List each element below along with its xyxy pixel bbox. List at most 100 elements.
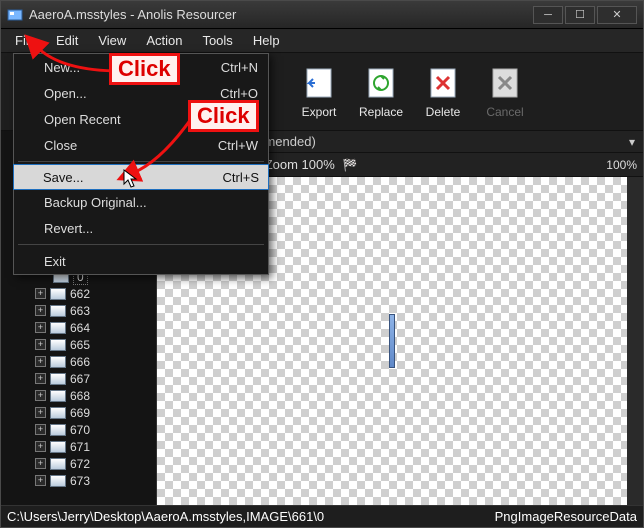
- titlebar: AaeroA.msstyles - Anolis Resourcer ─ ☐ ✕: [1, 1, 643, 29]
- toolbar-delete-button[interactable]: Delete: [413, 57, 473, 127]
- menu-label: Save...: [43, 170, 83, 185]
- menu-label: Exit: [44, 254, 66, 269]
- menu-label: Open Recent: [44, 112, 121, 127]
- file-menu-exit[interactable]: Exit: [14, 248, 268, 274]
- annotation-click-label: Click: [109, 53, 180, 85]
- expander-icon[interactable]: +: [35, 441, 46, 452]
- menu-shortcut: Ctrl+S: [223, 170, 259, 185]
- delete-icon: [425, 65, 461, 101]
- tree-label: 664: [70, 321, 90, 335]
- tree-node-668[interactable]: +668: [35, 387, 156, 404]
- menu-file[interactable]: File: [5, 30, 46, 51]
- tree-label: 668: [70, 389, 90, 403]
- toolbar-cancel-label: Cancel: [486, 105, 523, 119]
- toolbar-replace-label: Replace: [359, 105, 403, 119]
- expander-icon[interactable]: +: [35, 322, 46, 333]
- export-icon: [301, 65, 337, 101]
- status-path: C:\Users\Jerry\Desktop\AaeroA.msstyles,I…: [7, 509, 324, 524]
- tree-node-664[interactable]: +664: [35, 319, 156, 336]
- tree-node-671[interactable]: +671: [35, 438, 156, 455]
- tree-label: 673: [70, 474, 90, 488]
- tree-label: 667: [70, 372, 90, 386]
- expander-icon[interactable]: +: [35, 305, 46, 316]
- folder-icon: [50, 424, 66, 436]
- expander-icon[interactable]: +: [35, 458, 46, 469]
- file-menu-save[interactable]: Save... Ctrl+S: [13, 164, 269, 190]
- menu-label: Revert...: [44, 221, 93, 236]
- menu-tools[interactable]: Tools: [192, 30, 242, 51]
- resource-tree[interactable]: − 661 0 +662 +663 +664 +665 +666 +667 +6…: [1, 251, 156, 489]
- tree-node-672[interactable]: +672: [35, 455, 156, 472]
- tree-node-663[interactable]: +663: [35, 302, 156, 319]
- file-menu-dropdown: New...Ctrl+N Open...Ctrl+O Open Recent▸ …: [13, 53, 269, 275]
- folder-icon: [50, 356, 66, 368]
- folder-icon: [50, 288, 66, 300]
- toolbar-delete-label: Delete: [426, 105, 461, 119]
- folder-icon: [50, 339, 66, 351]
- menu-label: Close: [44, 138, 77, 153]
- image-preview: [389, 314, 395, 368]
- tree-label: 670: [70, 423, 90, 437]
- tree-label: 672: [70, 457, 90, 471]
- folder-icon: [50, 407, 66, 419]
- expander-icon[interactable]: +: [35, 373, 46, 384]
- menu-edit[interactable]: Edit: [46, 30, 88, 51]
- menu-action[interactable]: Action: [136, 30, 192, 51]
- cancel-icon: [487, 65, 523, 101]
- statusbar: C:\Users\Jerry\Desktop\AaeroA.msstyles,I…: [1, 505, 643, 527]
- menu-separator: [18, 244, 264, 245]
- expander-icon[interactable]: +: [35, 390, 46, 401]
- zoom-bg-button[interactable]: 🏁: [343, 158, 358, 172]
- menu-label: Open...: [44, 86, 87, 101]
- tree-node-673[interactable]: +673: [35, 472, 156, 489]
- tree-node-667[interactable]: +667: [35, 370, 156, 387]
- folder-icon: [50, 475, 66, 487]
- menu-help[interactable]: Help: [243, 30, 290, 51]
- tree-label: 669: [70, 406, 90, 420]
- minimize-button[interactable]: ─: [533, 6, 563, 24]
- window-buttons: ─ ☐ ✕: [533, 6, 637, 24]
- folder-icon: [50, 305, 66, 317]
- close-button[interactable]: ✕: [597, 6, 637, 24]
- menu-label: Backup Original...: [44, 195, 147, 210]
- tree-node-665[interactable]: +665: [35, 336, 156, 353]
- toolbar-export-label: Export: [302, 105, 337, 119]
- app-window: AaeroA.msstyles - Anolis Resourcer ─ ☐ ✕…: [0, 0, 644, 528]
- tree-label: 665: [70, 338, 90, 352]
- status-type: PngImageResourceData: [495, 509, 637, 524]
- zoom-100-label: Zoom 100%: [265, 157, 335, 172]
- expander-icon[interactable]: +: [35, 407, 46, 418]
- file-menu-close[interactable]: Close Ctrl+W: [14, 132, 268, 158]
- folder-icon: [50, 373, 66, 385]
- expander-icon[interactable]: +: [35, 475, 46, 486]
- tree-node-666[interactable]: +666: [35, 353, 156, 370]
- expander-icon[interactable]: +: [35, 356, 46, 367]
- folder-icon: [50, 390, 66, 402]
- tree-label: 671: [70, 440, 90, 454]
- menu-label: New...: [44, 60, 80, 75]
- expander-icon[interactable]: +: [35, 424, 46, 435]
- toolbar-replace-button[interactable]: Replace: [351, 57, 411, 127]
- tree-node-662[interactable]: +662: [35, 285, 156, 302]
- menu-shortcut: Ctrl+N: [221, 60, 258, 75]
- tree-node-670[interactable]: +670: [35, 421, 156, 438]
- window-title: AaeroA.msstyles - Anolis Resourcer: [29, 7, 533, 22]
- toolbar-cancel-button[interactable]: Cancel: [475, 57, 535, 127]
- folder-icon: [50, 441, 66, 453]
- file-menu-revert[interactable]: Revert...: [14, 215, 268, 241]
- expander-icon[interactable]: +: [35, 288, 46, 299]
- maximize-button[interactable]: ☐: [565, 6, 595, 24]
- tree-label: 663: [70, 304, 90, 318]
- menu-shortcut: Ctrl+W: [218, 138, 258, 153]
- file-menu-backup[interactable]: Backup Original...: [14, 189, 268, 215]
- menubar: File Edit View Action Tools Help: [1, 29, 643, 53]
- tree-label: 662: [70, 287, 90, 301]
- toolbar-export-button[interactable]: Export: [289, 57, 349, 127]
- expander-icon[interactable]: +: [35, 339, 46, 350]
- menu-view[interactable]: View: [88, 30, 136, 51]
- tree-node-669[interactable]: +669: [35, 404, 156, 421]
- annotation-click-label: Click: [188, 100, 259, 132]
- menu-separator: [18, 161, 264, 162]
- chevron-down-icon[interactable]: ▾: [629, 135, 635, 149]
- replace-icon: [363, 65, 399, 101]
